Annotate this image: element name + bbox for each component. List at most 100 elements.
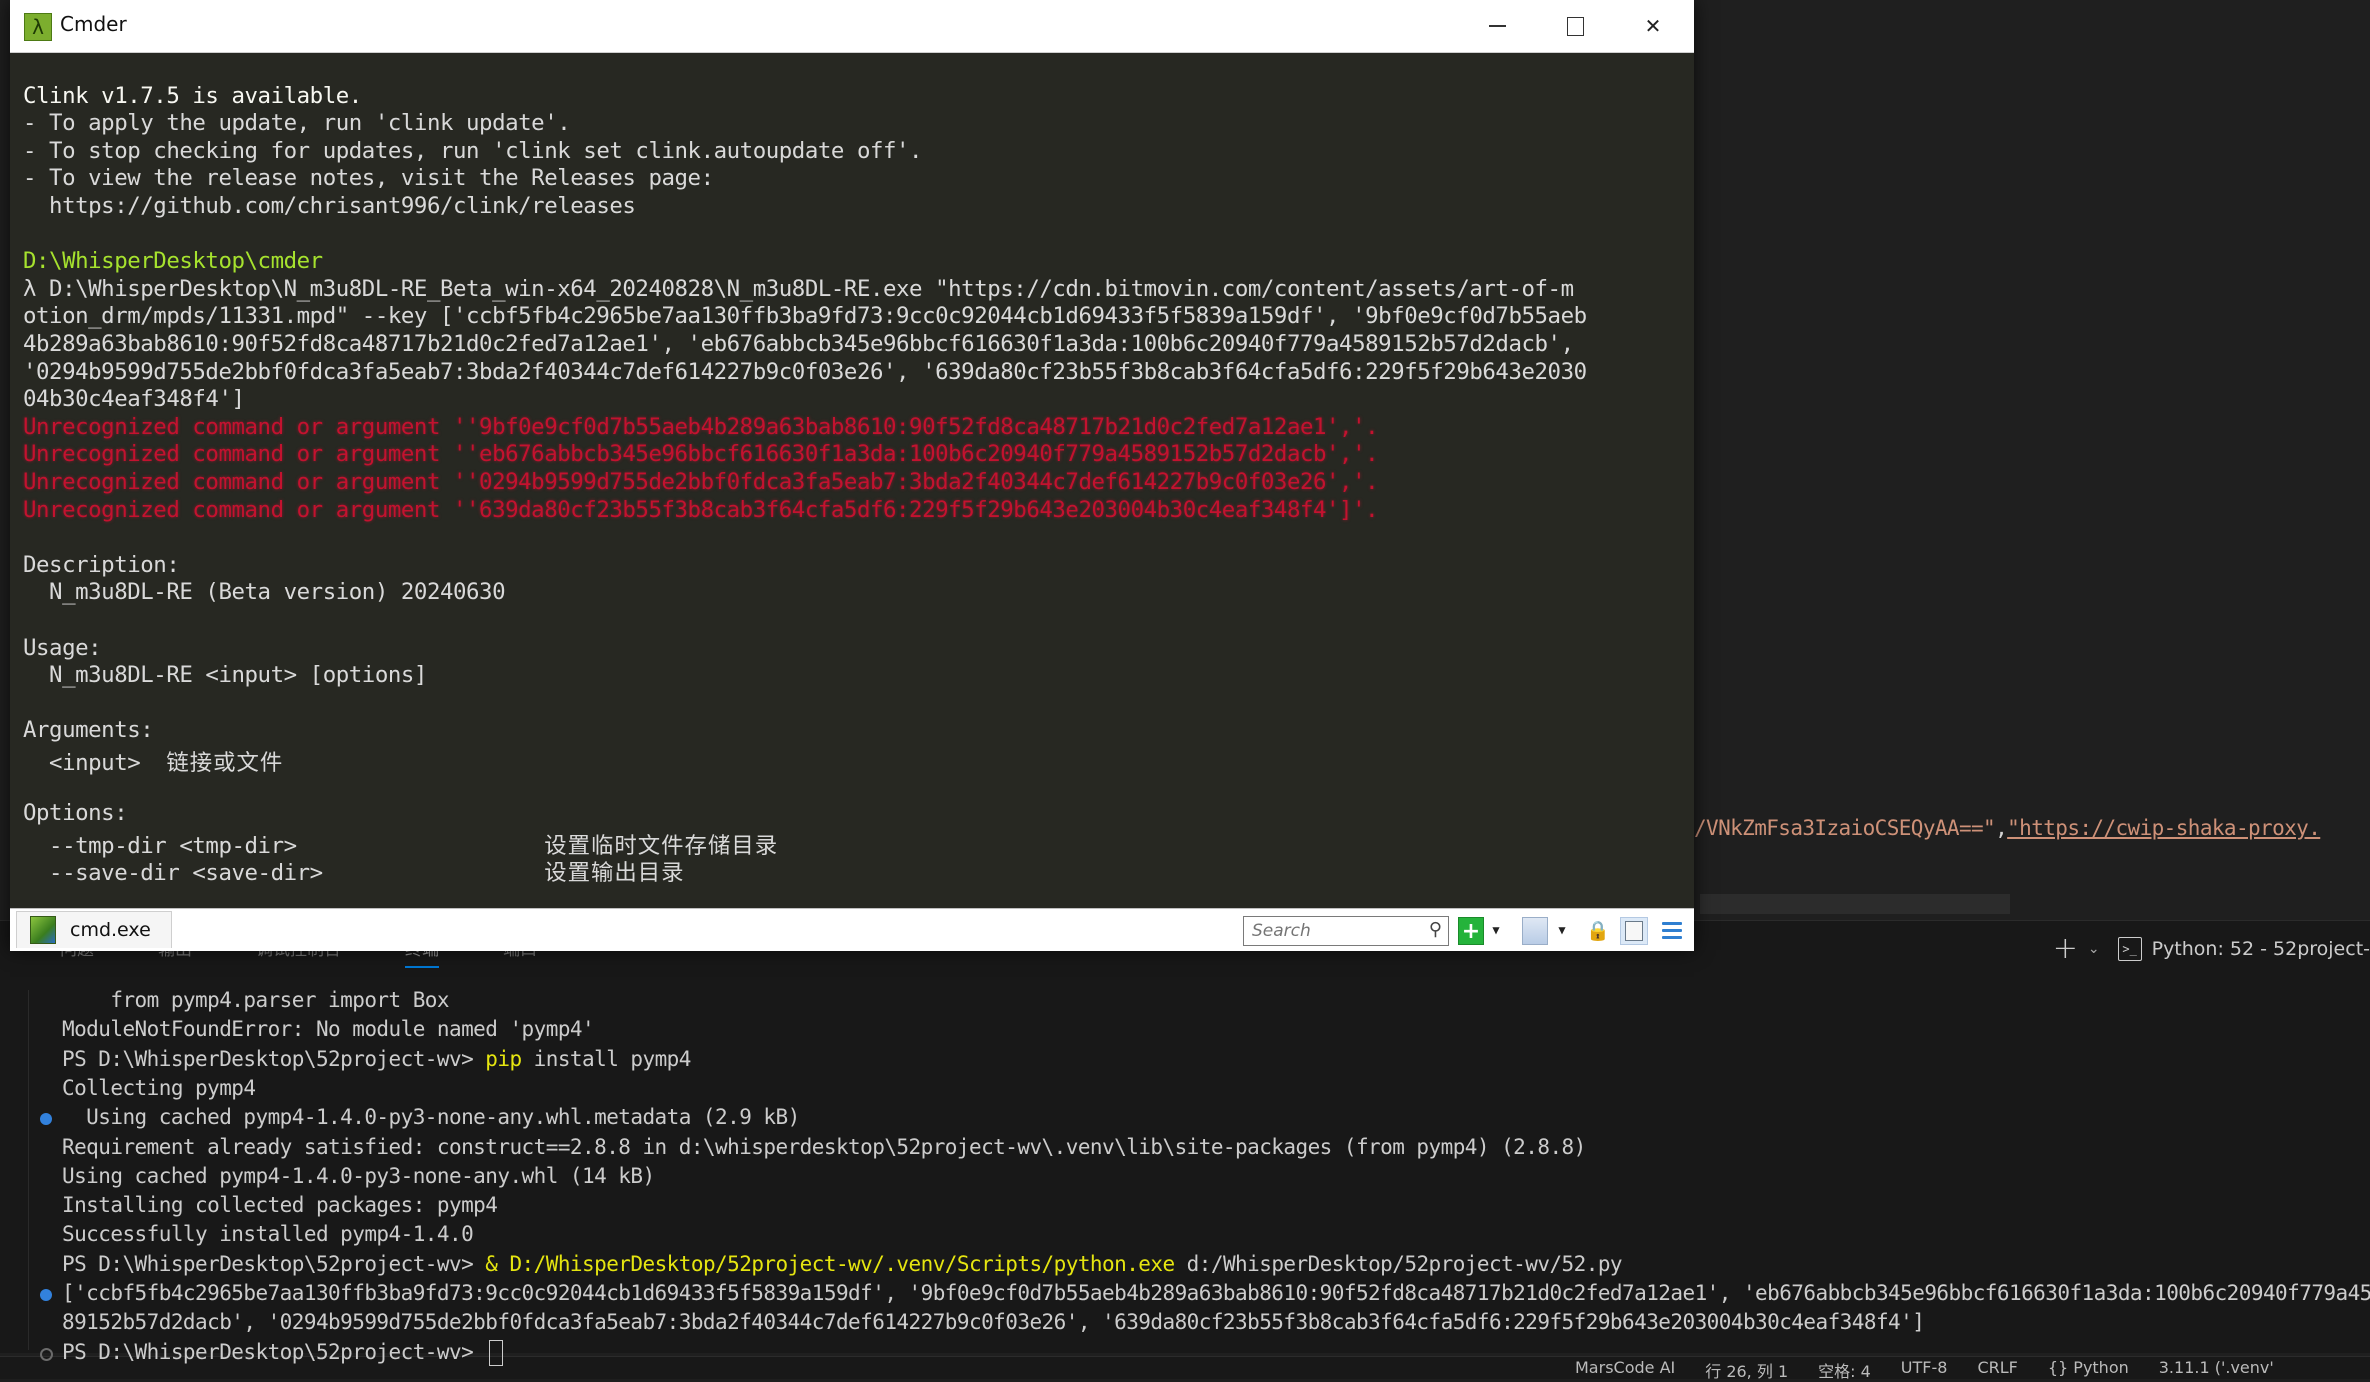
- console-line-text: otion_drm/mpds/11331.mpd" --key ['ccbf5f…: [23, 303, 1587, 330]
- terminal-output: Collecting pymp4: [62, 1075, 256, 1100]
- console-line: λ D:\WhisperDesktop\N_m3u8DL-RE_Beta_win…: [23, 276, 1574, 302]
- console-line: otion_drm/mpds/11331.mpd" --key ['ccbf5f…: [23, 303, 1587, 329]
- terminal-command-path: D:/WhisperDesktop/52project-wv/.venv/Scr…: [509, 1251, 1175, 1276]
- console-line: - To view the release notes, visit the R…: [23, 165, 714, 191]
- console-line-text: Description:: [23, 551, 180, 578]
- console-line-text: Unrecognized command or argument ''9bf0e…: [23, 413, 1379, 440]
- terminal-line: Requirement already satisfied: construct…: [62, 1135, 1586, 1159]
- terminal-line: Using cached pymp4-1.4.0-py3-none-any.wh…: [62, 1164, 655, 1188]
- status-item[interactable]: 3.11.1 ('.venv': [2159, 1358, 2274, 1382]
- console-line-text: N_m3u8DL-RE <input> [options]: [23, 662, 427, 689]
- console-line-text: 04b30c4eaf348f4']: [23, 386, 245, 413]
- status-item[interactable]: CRLF: [1977, 1358, 2017, 1382]
- terminal-line: Using cached pymp4-1.4.0-py3-none-any.wh…: [62, 1105, 800, 1129]
- pane-icon: [1625, 921, 1643, 941]
- plus-icon[interactable]: +: [2053, 934, 2078, 964]
- console-line-text: Usage:: [23, 634, 102, 661]
- terminal-line: ModuleNotFoundError: No module named 'py…: [62, 1017, 595, 1042]
- maximize-button[interactable]: [1536, 0, 1614, 52]
- close-icon: ✕: [1644, 14, 1662, 38]
- console-line-text: Options:: [23, 800, 128, 827]
- split-view-button[interactable]: [1522, 917, 1548, 945]
- error-line: Unrecognized command or argument ''eb676…: [23, 441, 1379, 467]
- terminal-line: PS D:\WhisperDesktop\52project-wv> pip i…: [62, 1047, 691, 1071]
- editor-url-link[interactable]: "https://cwip-shaka-proxy.: [2007, 816, 2321, 840]
- terminal-output: from pymp4.parser import Box: [62, 988, 449, 1012]
- status-item[interactable]: MarsCode AI: [1575, 1358, 1675, 1382]
- terminal-command: &: [485, 1251, 510, 1276]
- split-view-dropdown-icon[interactable]: ▼: [1554, 917, 1570, 943]
- console-line-description: 设置输出目录: [544, 860, 685, 887]
- console-line-text: D:\WhisperDesktop\cmder: [23, 248, 323, 275]
- console-line: Description:: [23, 551, 180, 578]
- editor-string: /VNkZmFsa3IzaioCSEQyAA==": [1694, 816, 1996, 840]
- toggle-pane-button[interactable]: [1620, 917, 1648, 945]
- terminal-output: ModuleNotFoundError: No module named 'py…: [62, 1017, 595, 1042]
- editor-horizontal-scrollbar[interactable]: [1700, 894, 2010, 914]
- terminal-line: 89152b57d2dacb', '0294b9599d755de2bbf0fd…: [62, 1310, 1925, 1334]
- console-line: N_m3u8DL-RE <input> [options]: [23, 662, 427, 688]
- terminal-output: Using cached pymp4-1.4.0-py3-none-any.wh…: [62, 1163, 655, 1188]
- hamburger-icon: [1662, 921, 1682, 925]
- console-line-text: - To apply the update, run 'clink update…: [23, 110, 571, 137]
- search-input[interactable]: [1250, 920, 1414, 942]
- terminal-output: Installing collected packages: pymp4: [62, 1193, 498, 1218]
- console-line-text: <input>: [23, 750, 167, 776]
- console-line: <input> 链接或文件: [23, 745, 283, 777]
- title-bar[interactable]: λ Cmder ✕: [10, 0, 1694, 53]
- terminal-output: Requirement already satisfied: construct…: [62, 1134, 1586, 1159]
- status-item[interactable]: 空格: 4: [1818, 1358, 1871, 1382]
- terminal-instance-name[interactable]: Python: 52 - 52project-: [2152, 938, 2370, 960]
- hamburger-bar: [1662, 928, 1682, 932]
- editor-code-fragment: /VNkZmFsa3IzaioCSEQyAA==","https://cwip-…: [1694, 816, 2321, 840]
- console-line: Arguments:: [23, 717, 154, 744]
- terminal-line: Collecting pymp4: [62, 1076, 256, 1100]
- new-console-dropdown-icon[interactable]: ▼: [1488, 917, 1504, 943]
- window-title: Cmder: [60, 12, 127, 36]
- console-line: Usage:: [23, 634, 102, 661]
- terminal-line: PS D:\WhisperDesktop\52project-wv> & D:/…: [62, 1251, 1623, 1276]
- console-line-text: --save-dir <save-dir>: [23, 860, 545, 887]
- console-line-description: 链接或文件: [166, 750, 284, 776]
- console-line: 4b289a63bab8610:90f52fd8ca48717b21d0c2fe…: [23, 331, 1574, 357]
- console-line-text: 4b289a63bab8610:90f52fd8ca48717b21d0c2fe…: [23, 331, 1574, 357]
- command-decoration-empty-icon[interactable]: [40, 1347, 53, 1361]
- status-item[interactable]: 行 26, 列 1: [1705, 1358, 1788, 1382]
- terminal-gutter-divider: [28, 990, 29, 1350]
- terminal-output: Using cached pymp4-1.4.0-py3-none-any.wh…: [62, 1105, 800, 1130]
- cmder-console[interactable]: Clink v1.7.5 is available. - To apply the…: [10, 53, 1694, 908]
- terminal-output: Successfully installed pymp4-1.4.0: [62, 1222, 474, 1247]
- terminal-command-args: install pymp4: [521, 1046, 692, 1071]
- tab-cmd-exe[interactable]: cmd.exe: [16, 911, 172, 948]
- menu-button[interactable]: [1660, 917, 1684, 943]
- minimize-button[interactable]: [1458, 0, 1536, 52]
- hamburger-bar: [1662, 935, 1682, 939]
- console-line: D:\WhisperDesktop\cmder: [23, 248, 323, 274]
- search-box[interactable]: ⚲: [1243, 916, 1449, 946]
- console-line: --save-dir <save-dir> 设置输出目录: [23, 855, 685, 887]
- terminal-line: from pymp4.parser import Box: [62, 988, 449, 1012]
- close-button[interactable]: ✕: [1614, 0, 1692, 52]
- terminal-actions: + ⌄ >_ Python: 52 - 52project-: [2053, 931, 2370, 967]
- console-line-text: Arguments:: [23, 717, 154, 744]
- terminal-command-args: d:/WhisperDesktop/52project-wv/52.py: [1174, 1251, 1623, 1276]
- new-console-button[interactable]: +: [1458, 917, 1484, 945]
- terminal-line: Successfully installed pymp4-1.4.0: [62, 1222, 474, 1247]
- lock-icon[interactable]: 🔒: [1586, 917, 1610, 943]
- terminal-prompt: PS D:\WhisperDesktop\52project-wv>: [62, 1251, 486, 1276]
- command-decoration-icon[interactable]: [40, 1289, 52, 1301]
- console-line: '0294b9599d755de2bbf0fdca3fa5eab7:3bda2f…: [23, 359, 1587, 385]
- console-line: https://github.com/chrisant996/clink/rel…: [23, 193, 636, 219]
- terminal-icon: >_: [2117, 937, 2142, 961]
- terminal-line: ['ccbf5fb4c2965be7aa130ffb3ba9fd73:9cc0c…: [62, 1281, 2370, 1305]
- console-line: Clink v1.7.5 is available.: [23, 83, 362, 109]
- terminal-output: ['ccbf5fb4c2965be7aa130ffb3ba9fd73:9cc0c…: [62, 1281, 2370, 1305]
- console-line-text: N_m3u8DL-RE (Beta version) 20240630: [23, 579, 506, 606]
- chevron-down-icon[interactable]: ⌄: [2088, 941, 2100, 957]
- status-item[interactable]: UTF-8: [1901, 1358, 1948, 1382]
- terminal-prompt: PS D:\WhisperDesktop\52project-wv>: [62, 1046, 486, 1071]
- search-icon[interactable]: ⚲: [1429, 919, 1442, 940]
- lambda-logo-icon: λ: [24, 13, 52, 41]
- status-item[interactable]: {} Python: [2048, 1358, 2129, 1382]
- console-line-text: https://github.com/chrisant996/clink/rel…: [23, 193, 636, 219]
